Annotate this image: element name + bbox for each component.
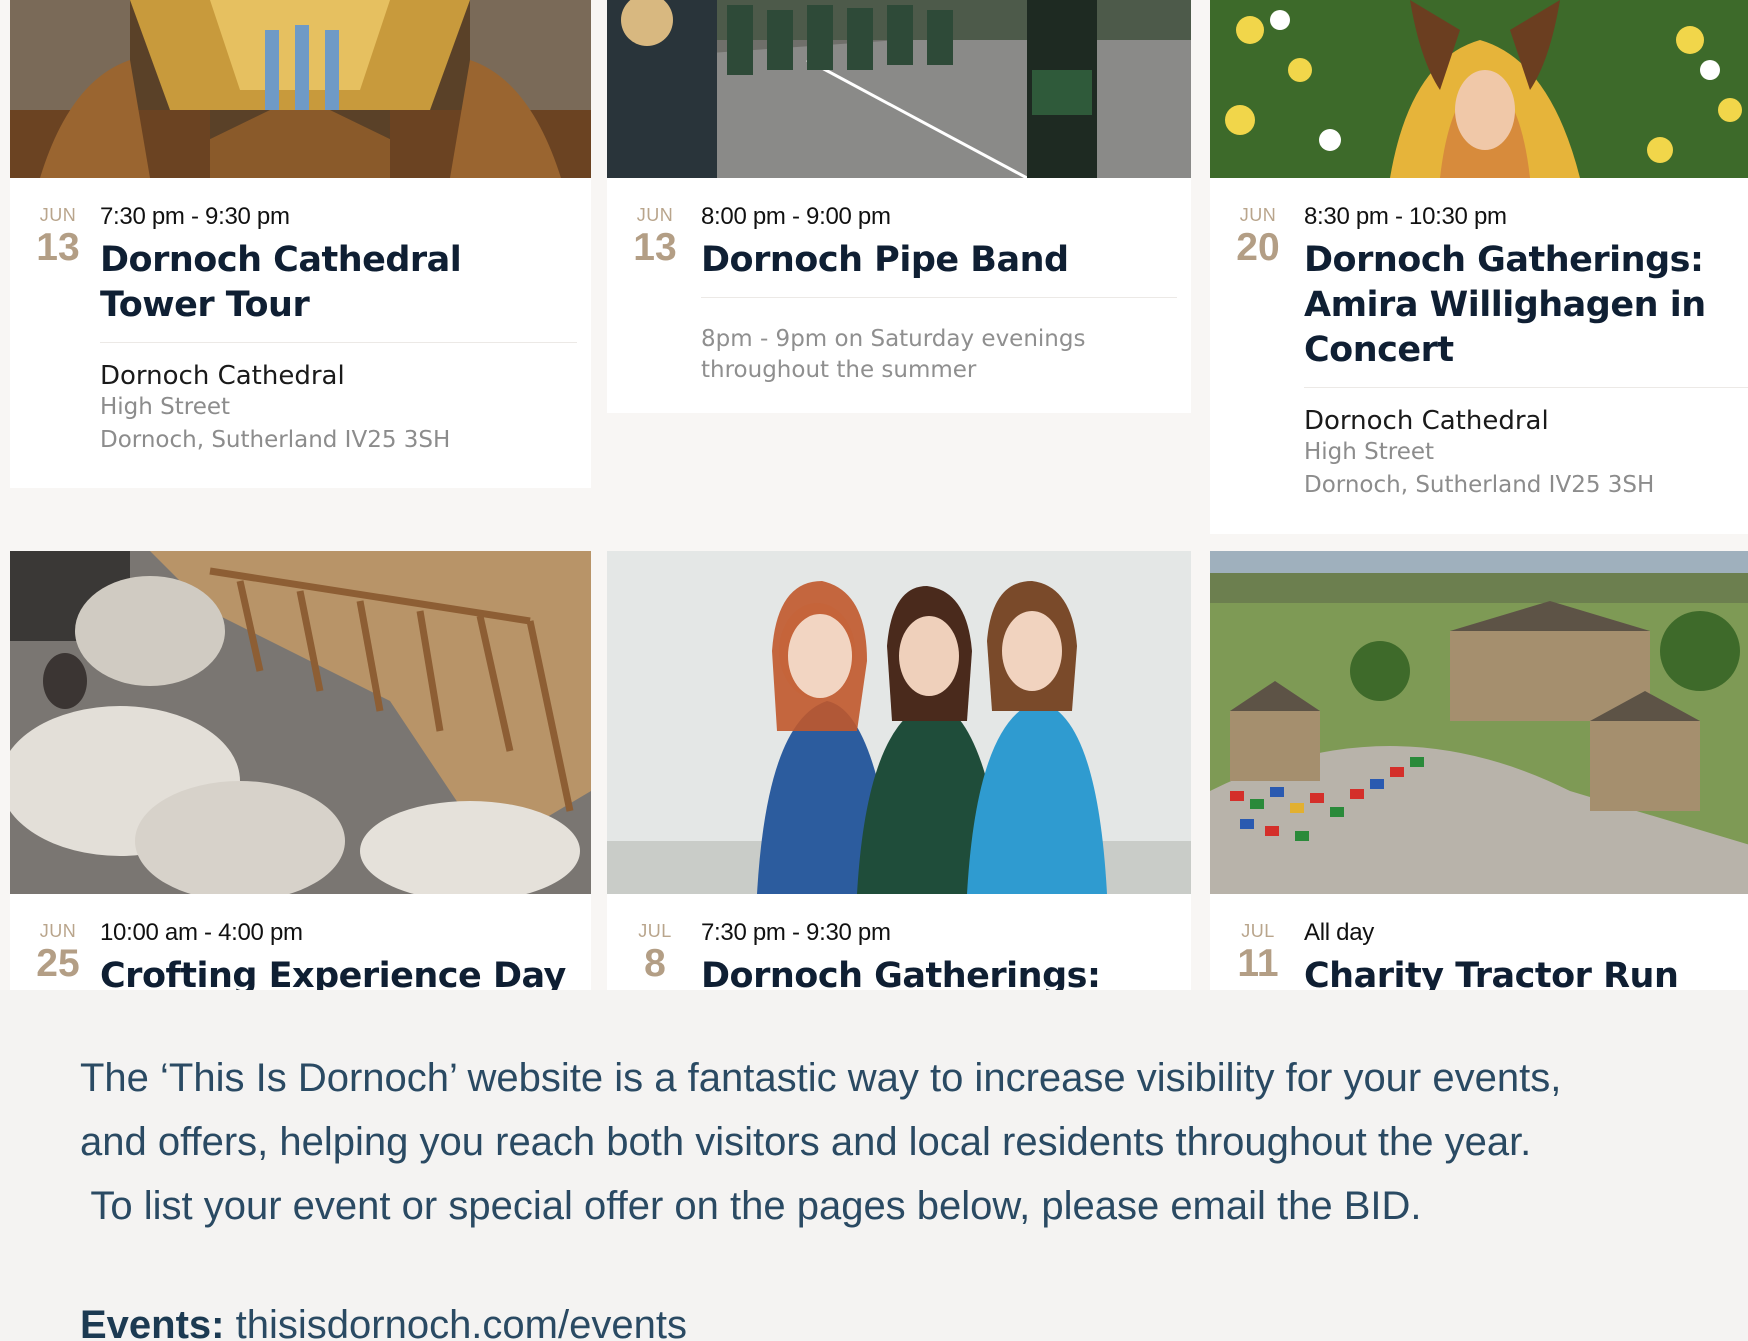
event-day: 25	[36, 942, 80, 985]
event-month: JUL	[638, 921, 672, 941]
events-label: Events:	[80, 1303, 225, 1341]
event-day: 11	[1237, 942, 1279, 985]
event-time: 8:30 pm - 10:30 pm	[1304, 203, 1507, 230]
event-title[interactable]: Dornoch Gatherings: Amira Willighagen in…	[1304, 238, 1748, 373]
divider	[1304, 387, 1748, 389]
event-time: 10:00 am - 4:00 pm	[100, 919, 303, 946]
event-day: 13	[633, 226, 677, 269]
event-title[interactable]: Dornoch Cathedral Tower Tour	[100, 238, 577, 328]
event-day: 20	[1236, 226, 1280, 269]
event-title[interactable]: Charity Tractor Run	[1304, 954, 1748, 990]
event-image[interactable]	[607, 551, 1191, 894]
event-card-amira-concert[interactable]: JUN 20 8:30 pm - 10:30 pm Dornoch Gather…	[1210, 0, 1748, 534]
event-time: 8:00 pm - 9:00 pm	[701, 203, 891, 230]
event-venue: Dornoch Cathedral	[100, 361, 345, 392]
event-date: JUN 20	[1228, 205, 1288, 267]
intro-line: The ‘This Is Dornoch’ website is a fanta…	[80, 1056, 1562, 1100]
event-time: 7:30 pm - 9:30 pm	[701, 919, 891, 946]
event-image[interactable]	[1210, 551, 1748, 894]
intro-text: The ‘This Is Dornoch’ website is a fanta…	[80, 1046, 1700, 1238]
events-url-link[interactable]: thisisdornoch.com/events	[236, 1303, 687, 1341]
event-card-pipe-band[interactable]: JUN 13 8:00 pm - 9:00 pm Dornoch Pipe Ba…	[607, 0, 1191, 413]
event-address-line1: High Street	[100, 394, 231, 421]
event-image[interactable]	[1210, 0, 1748, 178]
event-address-line2: Dornoch, Sutherland IV25 3SH	[1304, 472, 1655, 499]
event-date: JUN 13	[625, 205, 685, 267]
event-address-line1: High Street	[1304, 439, 1435, 466]
event-venue: Dornoch Cathedral	[1304, 406, 1549, 437]
event-title[interactable]: Crofting Experience Day	[100, 954, 577, 990]
event-card-cathedral-tour[interactable]: JUN 13 7:30 pm - 9:30 pm Dornoch Cathedr…	[10, 0, 591, 488]
event-month: JUN	[39, 921, 77, 941]
event-date: JUL 11	[1228, 921, 1288, 983]
event-image[interactable]	[10, 551, 591, 894]
divider	[100, 342, 577, 344]
intro-line: To list your event or special offer on t…	[80, 1184, 1422, 1228]
event-month: JUN	[1239, 205, 1277, 225]
event-month: JUN	[39, 205, 77, 225]
events-link-line: Events: thisisdornoch.com/events	[80, 1303, 687, 1341]
event-description: 8pm - 9pm on Saturday evenings throughou…	[701, 326, 1086, 384]
event-month: JUL	[1241, 921, 1275, 941]
event-title[interactable]: Dornoch Gatherings:	[701, 954, 1177, 990]
event-address-line2: Dornoch, Sutherland IV25 3SH	[100, 427, 451, 454]
event-card-tractor-run[interactable]: JUL 11 All day Charity Tractor Run	[1210, 551, 1748, 990]
event-date: JUN 25	[28, 921, 88, 983]
event-day: 8	[644, 942, 666, 985]
event-time: All day	[1304, 919, 1374, 946]
event-image[interactable]	[607, 0, 1191, 178]
event-date: JUN 13	[28, 205, 88, 267]
event-month: JUN	[636, 205, 674, 225]
event-card-crofting-day[interactable]: JUN 25 10:00 am - 4:00 pm Crofting Exper…	[10, 551, 591, 990]
divider	[701, 297, 1177, 299]
events-grid: JUN 13 7:30 pm - 9:30 pm Dornoch Cathedr…	[0, 0, 1748, 990]
event-card-gatherings-july[interactable]: JUL 8 7:30 pm - 9:30 pm Dornoch Gatherin…	[607, 551, 1191, 990]
event-time: 7:30 pm - 9:30 pm	[100, 203, 290, 230]
event-date: JUL 8	[625, 921, 685, 983]
intro-line: and offers, helping you reach both visit…	[80, 1120, 1532, 1164]
event-title[interactable]: Dornoch Pipe Band	[701, 238, 1177, 283]
event-image[interactable]	[10, 0, 591, 178]
event-day: 13	[36, 226, 80, 269]
